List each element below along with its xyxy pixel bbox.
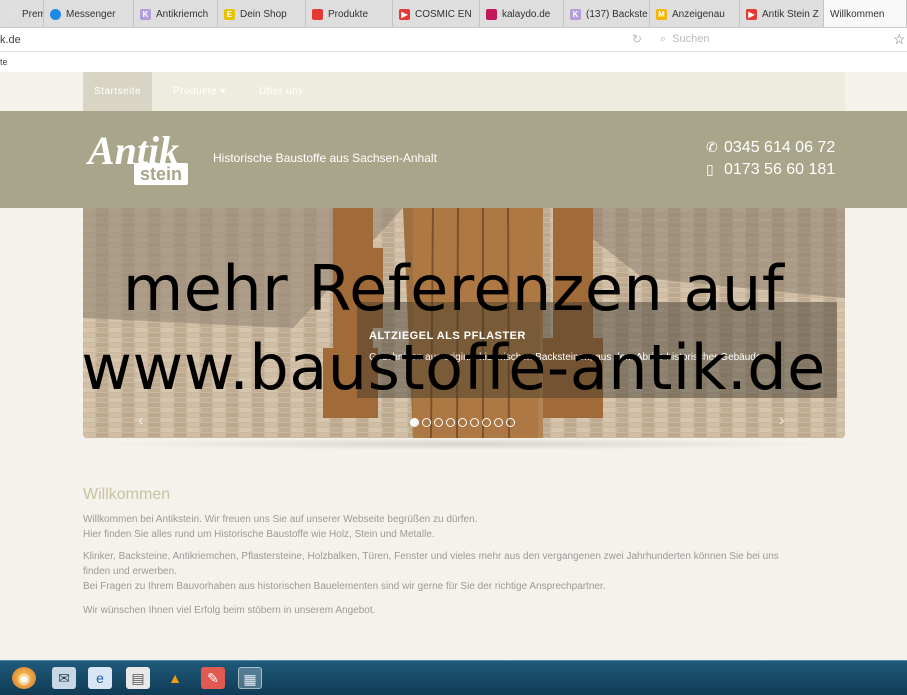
mobile-phone-icon: ▯ xyxy=(706,161,714,177)
slider-dot[interactable] xyxy=(434,418,443,427)
nav-item-startseite[interactable]: Startseite xyxy=(83,72,153,111)
address-bar: k.de ↻ ⌕ Suchen ☆ xyxy=(0,28,907,52)
start-orb-icon[interactable]: ◉ xyxy=(12,667,36,689)
slider-dot[interactable] xyxy=(506,418,515,427)
tab-favicon xyxy=(6,8,17,20)
closing-paragraph: Wir wünschen Ihnen viel Erfolg beim stöb… xyxy=(83,605,376,616)
tab-label: Dein Shop xyxy=(240,8,287,20)
browser-tab[interactable]: ▶ COSMIC EN xyxy=(393,0,480,27)
site-favicon: K xyxy=(140,8,151,20)
youtube-icon: ▶ xyxy=(399,8,410,20)
tab-label: (137) Backste xyxy=(586,8,648,20)
browser-tab[interactable]: K (137) Backste xyxy=(564,0,650,27)
slider-pagination xyxy=(410,418,515,427)
paragraph-line: Willkommen bei Antikstein. Wir freuen un… xyxy=(83,514,478,525)
site-tagline: Historische Baustoffe aus Sachsen-Anhalt xyxy=(213,151,437,165)
explorer-icon[interactable]: ▤ xyxy=(126,667,150,689)
tab-label: COSMIC EN xyxy=(415,8,472,20)
overlay-line-2: www.baustoffe-antik.de xyxy=(81,331,826,404)
paragraph-line: finden und erwerben. xyxy=(83,566,177,577)
ie-browser-icon[interactable]: e xyxy=(88,667,112,689)
browser-tab[interactable]: Produkte xyxy=(306,0,393,27)
tab-label: Antikriemch xyxy=(156,8,209,20)
antikstein-logo[interactable]: Antik stein xyxy=(88,131,198,187)
browser-tab[interactable]: M Anzeigenau xyxy=(650,0,740,27)
tab-label: Produkte xyxy=(328,8,369,20)
slider-next-arrow-icon[interactable]: › xyxy=(779,412,784,430)
shop-icon: E xyxy=(224,8,235,20)
phone-icon: ✆ xyxy=(706,139,718,155)
slider-shadow xyxy=(95,438,835,450)
browser-tab-active[interactable]: Willkommen xyxy=(824,0,907,27)
youtube-icon: ▶ xyxy=(746,8,757,20)
bookmark-bar: te xyxy=(0,52,907,72)
search-field[interactable]: ⌕ Suchen xyxy=(660,33,709,46)
tab-label: Willkommen xyxy=(830,8,885,20)
windows-taskbar: ◉ ✉ e ▤ ▲ ✎ ▦ xyxy=(0,660,907,695)
slider-dot[interactable] xyxy=(482,418,491,427)
tab-label: Antik Stein Z xyxy=(762,8,819,20)
bookmark-star-icon[interactable]: ☆ xyxy=(893,31,906,48)
bookmark-item[interactable]: te xyxy=(0,57,8,67)
mobile-line: ▯ 0173 56 60 181 xyxy=(706,161,835,179)
browser-tab[interactable]: Premi xyxy=(0,0,44,27)
pdf-reader-icon[interactable]: ✎ xyxy=(201,667,225,689)
browser-tab[interactable]: kalaydo.de xyxy=(480,0,564,27)
tab-label: Premi xyxy=(22,8,43,20)
search-icon: ⌕ xyxy=(660,33,667,45)
tab-label: kalaydo.de xyxy=(502,8,551,20)
logo-stein-text: stein xyxy=(134,163,189,185)
overlay-line-1: mehr Referenzen auf xyxy=(122,252,785,325)
tab-label: Messenger xyxy=(66,8,116,20)
phone-number[interactable]: 0345 614 06 72 xyxy=(724,139,835,156)
browser-tab-strip: Premi Messenger KAntikriemch EDein Shop … xyxy=(0,0,907,28)
paragraph-line: Bei Fragen zu Ihrem Bauvorhaben aus hist… xyxy=(83,581,606,592)
browser-tab[interactable]: K Antikriemch xyxy=(134,0,218,27)
phone-line: ✆ 0345 614 06 72 xyxy=(706,139,835,157)
paragraph-line: Hier finden Sie alles rund um Historisch… xyxy=(83,529,435,540)
slider-prev-arrow-icon[interactable]: ‹ xyxy=(138,412,143,430)
vlc-icon[interactable]: ▲ xyxy=(163,667,187,689)
welcome-heading: Willkommen xyxy=(83,486,171,503)
nav-item-ueber-uns[interactable]: Über uns xyxy=(259,72,304,111)
mcdonalds-icon: M xyxy=(656,8,667,20)
site-header: Antik stein Historische Baustoffe aus Sa… xyxy=(0,111,907,208)
slider-dot[interactable] xyxy=(446,418,455,427)
notepad-icon[interactable]: ▦ xyxy=(238,667,262,689)
slider-dot[interactable] xyxy=(410,418,419,427)
slider-dot[interactable] xyxy=(422,418,431,427)
browser-tab[interactable]: Messenger xyxy=(44,0,134,27)
slider-dot[interactable] xyxy=(494,418,503,427)
messenger-icon xyxy=(50,8,61,20)
site-favicon xyxy=(312,8,323,20)
paragraph-line: Klinker, Backsteine, Antikriemchen, Pfla… xyxy=(83,551,779,562)
products-paragraph: Klinker, Backsteine, Antikriemchen, Pfla… xyxy=(83,549,853,594)
mobile-number[interactable]: 0173 56 60 181 xyxy=(724,161,835,178)
url-field[interactable]: k.de xyxy=(0,34,21,46)
browser-tab[interactable]: ▶ Antik Stein Z xyxy=(740,0,824,27)
search-placeholder: Suchen xyxy=(672,33,710,45)
welcome-paragraph: Willkommen bei Antikstein. Wir freuen un… xyxy=(83,512,853,542)
reload-icon[interactable]: ↻ xyxy=(632,32,642,46)
site-favicon: K xyxy=(570,8,581,20)
mail-icon[interactable]: ✉ xyxy=(52,667,76,689)
browser-tab[interactable]: E Dein Shop xyxy=(218,0,306,27)
tab-label: Anzeigenau xyxy=(672,8,725,20)
nav-item-produkte[interactable]: Produkte ▾ xyxy=(173,72,226,111)
slider-dot[interactable] xyxy=(458,418,467,427)
kalaydo-icon xyxy=(486,8,497,20)
slider-dot[interactable] xyxy=(470,418,479,427)
main-navigation: Startseite Produkte ▾ Über uns xyxy=(83,72,845,111)
